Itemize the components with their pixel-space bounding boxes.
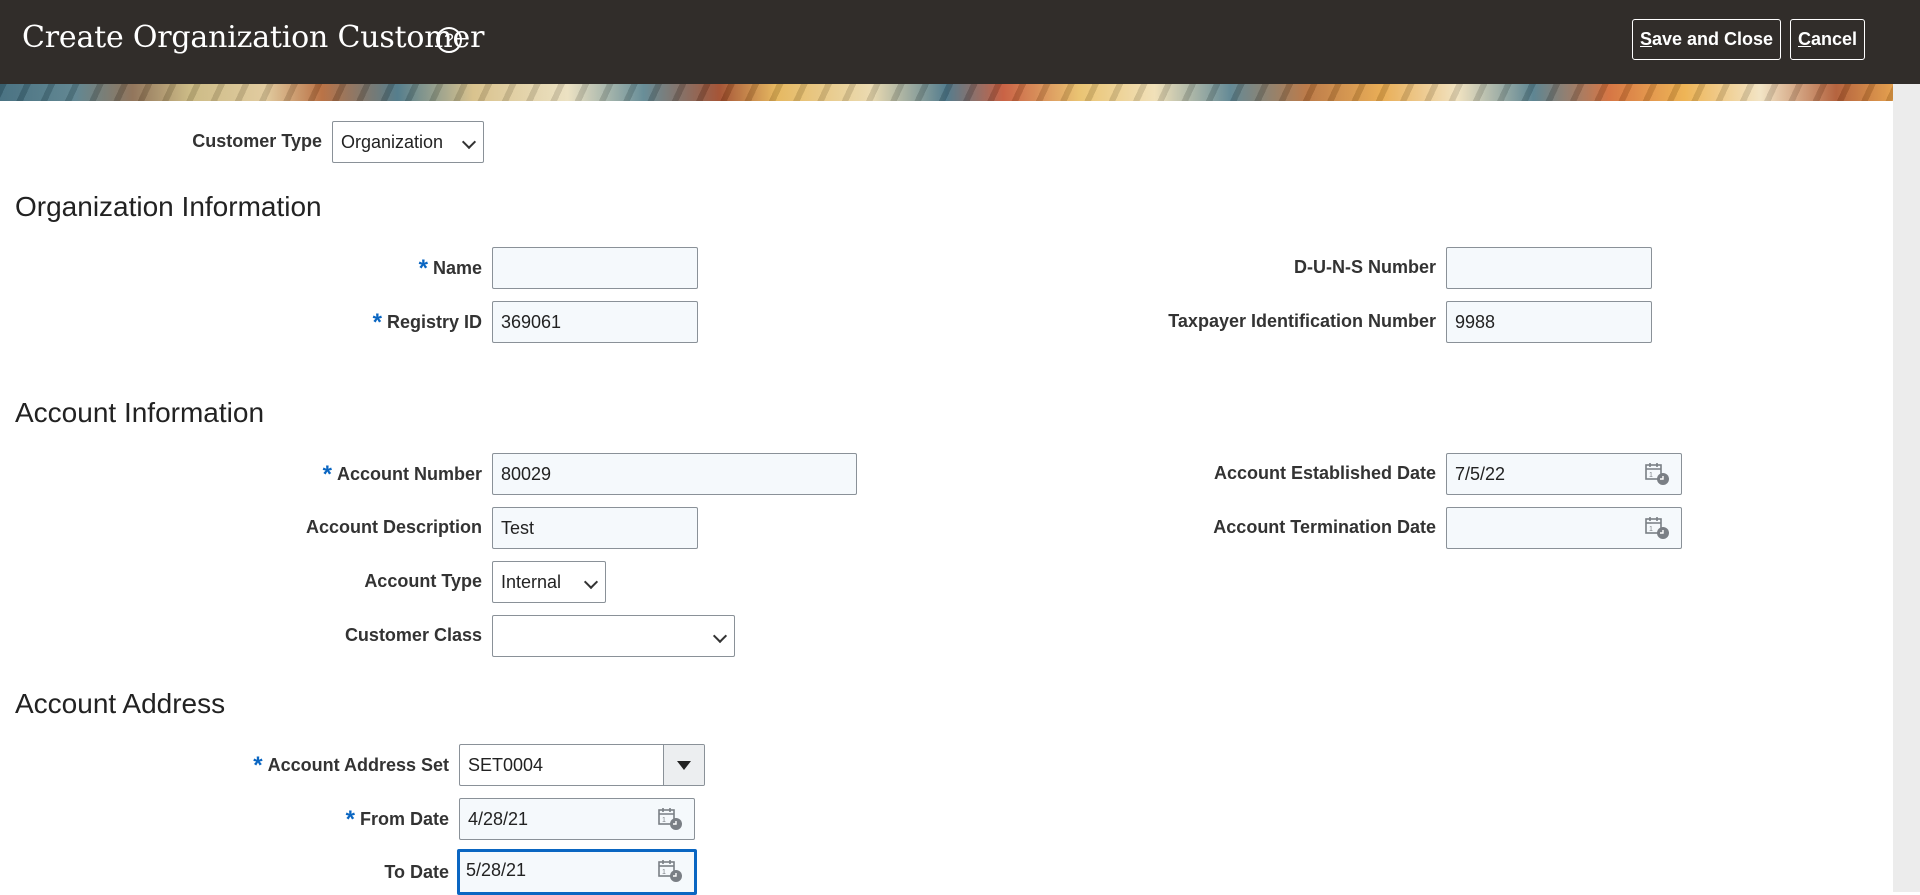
customer-type-label: Customer Type	[192, 131, 322, 151]
customer-type-select[interactable]: Organization	[332, 121, 484, 163]
customer-class-select[interactable]	[492, 615, 735, 657]
dropdown-arrow-icon	[677, 761, 691, 770]
account-termination-date-label: Account Termination Date	[1213, 517, 1436, 537]
chevron-down-icon	[583, 574, 599, 590]
taxpayer-id-label: Taxpayer Identification Number	[1168, 311, 1436, 331]
cancel-button[interactable]: Cancel	[1790, 19, 1866, 60]
name-input[interactable]	[492, 247, 698, 289]
to-date-value: 5/28/21	[466, 860, 527, 880]
registry-id-label: * Registry ID	[372, 309, 482, 336]
page-title: Create Organization Customer	[22, 20, 485, 55]
help-icon[interactable]: ?	[436, 27, 462, 53]
required-indicator: *	[345, 806, 355, 833]
registry-id-input[interactable]: 369061	[492, 301, 698, 343]
account-type-select[interactable]: Internal	[492, 561, 606, 603]
to-date-input[interactable]: 5/28/21	[457, 849, 697, 895]
required-indicator: *	[253, 752, 263, 779]
account-type-value: Internal	[501, 572, 562, 592]
account-description-label: Account Description	[305, 517, 482, 537]
from-date-input[interactable]: 4/28/21	[459, 798, 695, 840]
scrollbar-track[interactable]	[1893, 84, 1920, 892]
customer-type-value: Organization	[341, 132, 444, 152]
from-date-label: * From Date	[345, 806, 449, 833]
section-title-organization-information: Organization Information	[15, 191, 322, 222]
page-header: Create Organization Customer ? Save and …	[0, 0, 1920, 84]
account-address-set-label: * Account Address Set	[253, 752, 449, 779]
calendar-icon[interactable]	[658, 807, 684, 831]
taxpayer-id-input[interactable]: 9988	[1446, 301, 1652, 343]
duns-number-label: D-U-N-S Number	[1294, 257, 1436, 277]
account-established-date-value: 7/5/22	[1455, 464, 1506, 484]
account-number-label: * Account Number	[322, 461, 482, 488]
chevron-down-icon	[461, 134, 477, 150]
decorative-banner-pattern	[0, 84, 1893, 101]
calendar-icon[interactable]	[1645, 462, 1671, 486]
chevron-down-icon	[712, 628, 728, 644]
section-title-account-information: Account Information	[15, 397, 265, 428]
account-description-input[interactable]: Test	[492, 507, 698, 549]
account-type-label: Account Type	[364, 571, 482, 591]
section-title-account-address: Account Address	[15, 688, 226, 719]
account-address-set-combobox[interactable]: SET0004	[459, 744, 705, 786]
required-indicator: *	[372, 309, 382, 336]
duns-number-input[interactable]	[1446, 247, 1652, 289]
calendar-icon[interactable]	[658, 859, 684, 883]
required-indicator: *	[418, 255, 428, 282]
from-date-value: 4/28/21	[468, 809, 529, 829]
account-established-date-input[interactable]: 7/5/22	[1446, 453, 1682, 495]
dropdown-button[interactable]	[663, 745, 704, 785]
save-and-close-button[interactable]: Save and Close	[1632, 19, 1782, 60]
required-indicator: *	[322, 461, 332, 488]
calendar-icon[interactable]	[1645, 516, 1671, 540]
account-termination-date-input[interactable]	[1446, 507, 1682, 549]
customer-class-label: Customer Class	[344, 625, 482, 645]
account-address-set-value: SET0004	[468, 755, 544, 775]
name-label: * Name	[418, 255, 482, 282]
to-date-label: To Date	[384, 862, 449, 882]
account-established-date-label: Account Established Date	[1213, 463, 1436, 483]
account-number-input[interactable]: 80029	[492, 453, 857, 495]
